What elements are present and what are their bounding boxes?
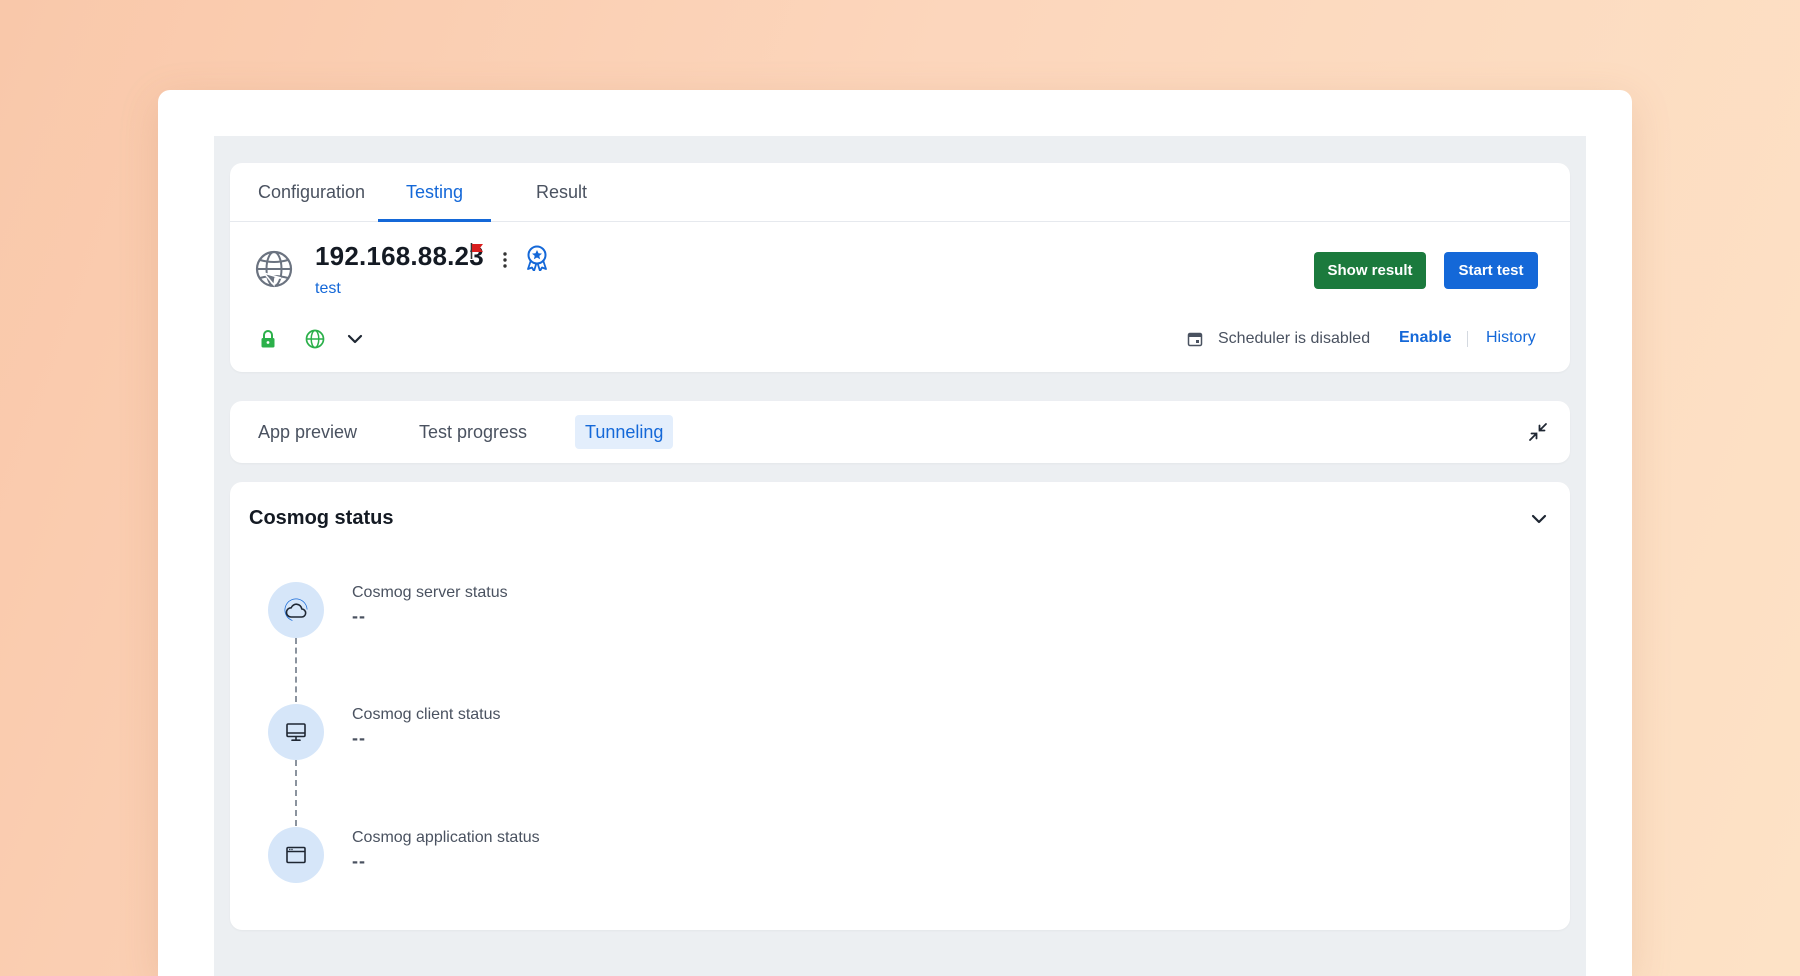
lock-icon <box>261 330 275 348</box>
tab-app-preview[interactable]: App preview <box>248 415 367 449</box>
app-window: Configuration Testing Result 192.168.88.… <box>158 90 1632 976</box>
main-tabbar: Configuration Testing Result <box>230 163 1570 222</box>
sub-tabs-card: App preview Test progress Tunneling <box>230 401 1570 463</box>
start-test-button[interactable]: Start test <box>1444 252 1538 289</box>
collapse-icon[interactable] <box>1528 422 1548 442</box>
target-ip: 192.168.88.23 <box>315 241 484 271</box>
step-circle-server <box>268 582 324 638</box>
step-circle-application <box>268 827 324 883</box>
test-header-card: Configuration Testing Result 192.168.88.… <box>230 163 1570 372</box>
show-result-button[interactable]: Show result <box>1314 252 1426 289</box>
calendar-icon <box>1187 332 1203 347</box>
tab-test-progress[interactable]: Test progress <box>409 415 537 449</box>
timeline-connector <box>295 760 297 826</box>
tab-configuration[interactable]: Configuration <box>230 163 393 221</box>
award-badge-icon <box>527 245 547 271</box>
server-status-value: -- <box>352 606 366 626</box>
cosmog-status-card: Cosmog status Cosmog server status -- Co… <box>230 482 1570 930</box>
target-subtitle-link[interactable]: test <box>315 280 341 298</box>
tab-testing[interactable]: Testing <box>378 163 492 222</box>
scheduler-status-text: Scheduler is disabled <box>1218 330 1371 347</box>
kebab-menu-icon[interactable] <box>500 251 510 269</box>
globe-icon <box>255 250 293 288</box>
enable-scheduler-link[interactable]: Enable <box>1399 329 1451 347</box>
history-link[interactable]: History <box>1486 329 1536 347</box>
section-title: Cosmog status <box>249 507 394 529</box>
client-status-label: Cosmog client status <box>352 706 501 723</box>
globe-small-icon <box>305 329 325 349</box>
chevron-down-icon[interactable] <box>1530 512 1548 526</box>
application-status-label: Cosmog application status <box>352 829 540 846</box>
tab-result[interactable]: Result <box>508 163 615 221</box>
content-area: Configuration Testing Result 192.168.88.… <box>214 136 1586 976</box>
application-status-value: -- <box>352 851 366 871</box>
flag-icon <box>470 243 483 259</box>
app-window-icon <box>286 846 306 864</box>
cloud-icon <box>285 603 307 618</box>
link-divider <box>1467 331 1468 347</box>
chevron-down-icon[interactable] <box>346 332 364 346</box>
timeline-connector <box>295 638 297 702</box>
monitor-icon <box>286 723 306 742</box>
step-circle-client <box>268 704 324 760</box>
tab-tunneling[interactable]: Tunneling <box>575 415 674 449</box>
client-status-value: -- <box>352 728 366 748</box>
server-status-label: Cosmog server status <box>352 584 508 601</box>
